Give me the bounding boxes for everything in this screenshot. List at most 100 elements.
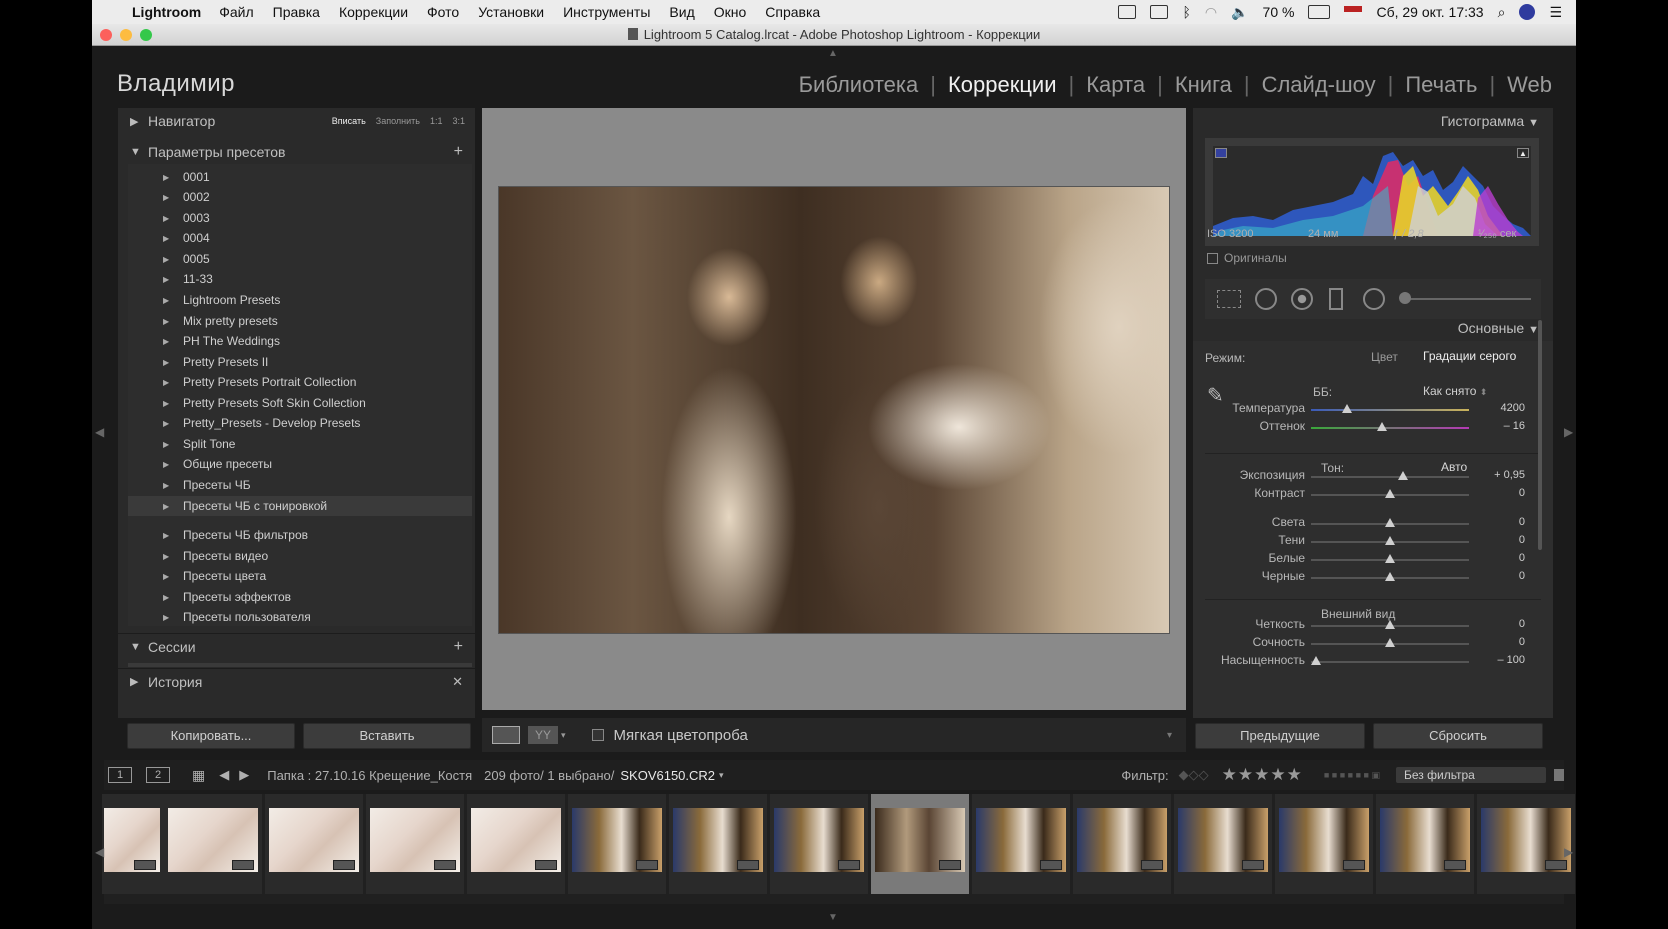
previous-settings-button[interactable]: Предыдущие [1195,723,1365,749]
slider-value[interactable]: 0 [1475,516,1525,528]
filmstrip-cell[interactable] [871,794,969,894]
clear-history-button[interactable]: ✕ [452,674,463,690]
module-library[interactable]: Библиотека [787,72,931,98]
originals-checkbox[interactable] [1207,252,1218,264]
originals-toggle[interactable]: Оригиналы [1207,251,1287,265]
preset-folder[interactable]: ▶ Split Tone [128,434,472,454]
tone-auto-button[interactable]: Авто [1441,460,1467,474]
slider-thumb[interactable] [1377,422,1388,431]
close-window-button[interactable] [100,29,112,41]
expand-triangle-icon[interactable]: ▶ [163,460,169,469]
expand-triangle-icon[interactable]: ▶ [163,193,169,202]
preset-folder[interactable]: ▶ Pretty_Presets - Develop Presets [128,413,472,433]
slider-thumb[interactable] [1385,638,1395,647]
menu-photo[interactable]: Фото [427,4,459,20]
add-preset-button[interactable]: + [454,143,463,161]
zoom-1-1[interactable]: 1:1 [430,116,443,126]
preset-folder[interactable]: ▶ Пресеты ЧБ с тонировкой [128,496,472,516]
preset-folder[interactable]: ▶ Pretty Presets Portrait Collection [128,372,472,392]
battery-icon[interactable] [1308,5,1331,19]
screen-record-icon[interactable] [1118,5,1137,19]
expand-triangle-icon[interactable]: ▶ [163,399,169,408]
history-header[interactable]: ▶ История ✕ [118,668,475,694]
slider-thumb[interactable] [1385,620,1395,629]
filmstrip-right-icon[interactable]: ▶ [1564,845,1573,859]
expand-triangle-icon[interactable]: ▶ [163,296,169,305]
display-icon[interactable] [1150,5,1169,19]
slider-thumb[interactable] [1385,572,1395,581]
filmstrip-cell[interactable] [366,794,464,894]
menu-develop[interactable]: Коррекции [339,4,408,20]
photo-thumbnail[interactable] [471,808,561,872]
chevron-down-icon[interactable]: ▾ [561,730,566,741]
flag-icon[interactable] [1344,6,1363,18]
slider-thumb[interactable] [1310,656,1321,665]
filmstrip-cell[interactable] [669,794,767,894]
left-panel-toggle-icon[interactable]: ◀ [95,425,104,439]
right-panel-toggle-icon[interactable]: ▶ [1564,425,1573,439]
filmstrip-cell[interactable] [1376,794,1474,894]
photo-thumbnail[interactable] [370,808,460,872]
radial-filter-icon[interactable] [1363,288,1385,310]
graduated-filter-icon[interactable] [1329,288,1343,310]
soft-proof-checkbox[interactable] [591,729,604,741]
preset-folder[interactable]: ▶ 0003 [128,208,472,228]
adjustment-brush-icon[interactable] [1399,292,1411,304]
slider-thumb[interactable] [1385,536,1395,545]
photo-thumbnail[interactable] [774,808,864,872]
photo-thumbnail[interactable] [1077,808,1167,872]
preset-folder[interactable]: ▶ Mix pretty presets [128,311,472,331]
star-icon[interactable]: ★ [1270,765,1285,785]
filmstrip-cell[interactable] [164,794,262,894]
slider-value[interactable]: – 16 [1475,420,1525,432]
menu-window[interactable]: Окно [714,4,747,20]
expand-triangle-icon[interactable]: ▶ [163,552,169,561]
expand-triangle-icon[interactable]: ▶ [163,214,169,223]
photo-thumbnail[interactable] [1481,808,1571,872]
preset-folder[interactable]: ▶ PH The Weddings [128,331,472,351]
right-panel-scrollbar[interactable] [1538,320,1542,550]
highlight-clipping-icon[interactable]: ▲ [1517,148,1529,158]
zoom-fit[interactable]: Вписать [332,116,366,126]
module-map[interactable]: Карта [1074,72,1157,98]
sessions-header[interactable]: ▼ Сессии + [118,633,475,659]
preset-folder[interactable]: ▶ 11-33 [128,269,472,289]
back-arrow-icon[interactable]: ◀ [219,767,229,783]
preset-folder[interactable]: ▶ Пресеты ЧБ фильтров [128,525,472,545]
slider-value[interactable]: 4200 [1475,402,1525,414]
color-label-filter[interactable]: ■ ■ ■ ■ ■ ■ ▣ [1324,770,1380,781]
slider-thumb[interactable] [1385,518,1395,527]
filmstrip-cell[interactable] [972,794,1070,894]
photo-thumbnail[interactable] [572,808,662,872]
menu-view[interactable]: Вид [669,4,694,20]
photo-thumbnail[interactable] [875,808,965,872]
preset-folder[interactable]: ▶ Пресеты цвета [128,566,472,586]
slider-value[interactable]: + 0,95 [1475,469,1525,481]
star-icon[interactable]: ★ [1222,765,1237,785]
mode-grayscale-option[interactable]: Градации серого [1423,349,1516,363]
slider-value[interactable]: 0 [1475,552,1525,564]
spotlight-search-icon[interactable]: ⌕ [1498,4,1506,21]
shadow-clipping-icon[interactable] [1215,148,1227,158]
preset-folder[interactable]: ▶ Pretty Presets Soft Skin Collection [128,393,472,413]
star-icon[interactable]: ★ [1287,765,1302,785]
menu-file[interactable]: Файл [219,4,253,20]
page-1-button[interactable]: 1 [108,767,132,783]
expand-triangle-icon[interactable]: ▶ [163,378,169,387]
adjustment-brush-slider[interactable] [1401,298,1531,300]
expand-triangle-icon[interactable]: ▶ [163,572,169,581]
slider-track[interactable] [1311,661,1469,663]
photo-thumbnail[interactable] [976,808,1066,872]
slider-thumb[interactable] [1342,404,1353,413]
chevron-down-icon[interactable]: ▾ [719,770,724,781]
expand-triangle-icon[interactable]: ▶ [163,531,169,540]
photo-thumbnail[interactable] [1380,808,1470,872]
expand-triangle-icon[interactable]: ▶ [163,419,169,428]
slider-value[interactable]: 0 [1475,636,1525,648]
filmstrip-cell[interactable] [770,794,868,894]
slider-value[interactable]: 0 [1475,534,1525,546]
photo-thumbnail[interactable] [104,808,160,872]
preset-folder[interactable]: ▶ 0002 [128,187,472,207]
toolbar-menu-icon[interactable]: ▾ [1167,730,1172,741]
navigator-header[interactable]: ▶ Навигатор Вписать Заполнить 1:1 3:1 [118,108,475,134]
